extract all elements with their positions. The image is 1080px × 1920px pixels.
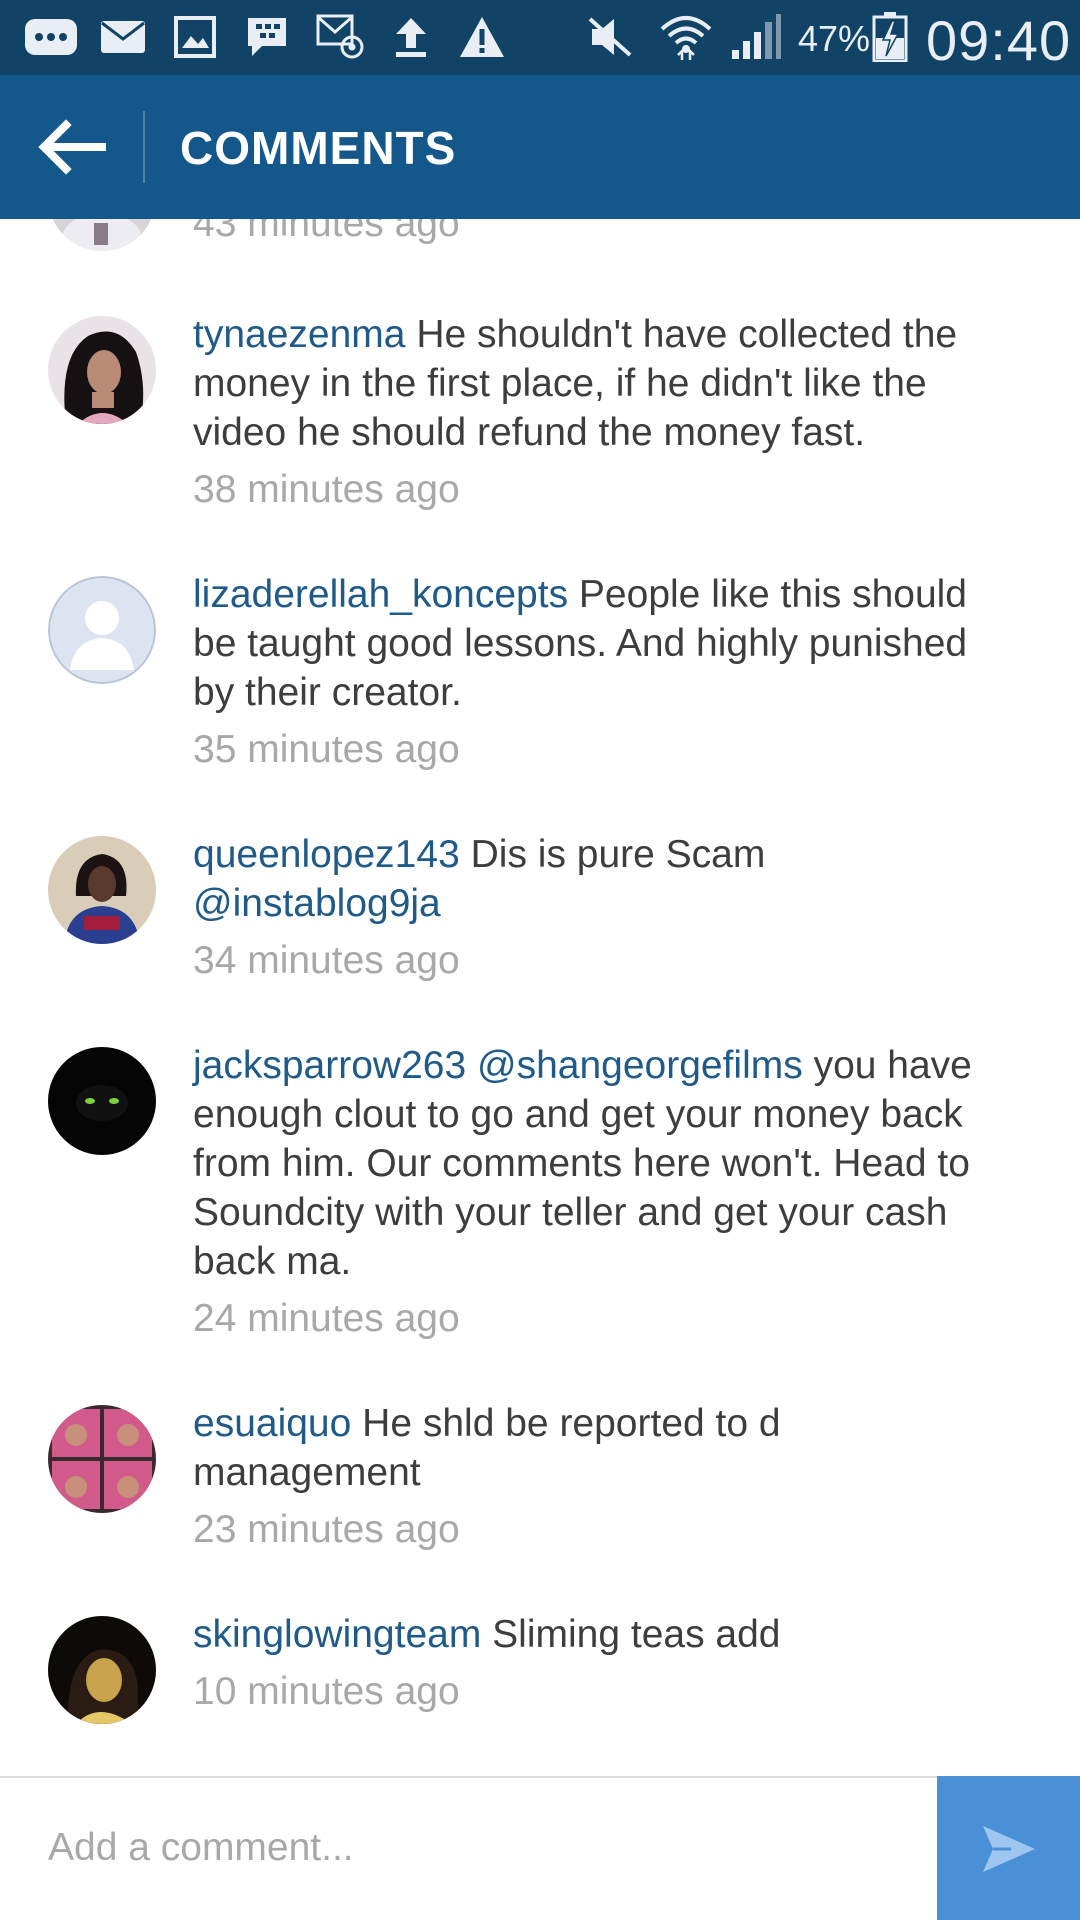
comment-username[interactable]: jacksparrow263 [193,1044,466,1087]
warning-icon [458,14,506,60]
comment-username[interactable]: skinglowingteam [193,1613,481,1656]
comment-timestamp: 43 minutes ago [193,219,460,245]
avatar[interactable] [48,1047,156,1155]
comment-username[interactable]: tynaezenma [193,313,405,356]
bbm-icon [244,14,290,60]
battery-percent: 47% [798,18,871,59]
comment-mention[interactable]: @shangeorgefilms [477,1044,803,1087]
mute-icon [586,14,634,60]
comment-composer [0,1776,1080,1920]
avatar[interactable] [48,836,156,944]
comment-username[interactable]: lizaderellah_koncepts [193,573,568,616]
upload-icon [392,14,430,60]
comments-list[interactable]: 43 minutes ago tynaezenma He shouldn't h… [0,219,1080,1777]
avatar[interactable] [48,1405,156,1513]
avatar[interactable] [48,1616,156,1724]
comment-username[interactable]: queenlopez143 [193,833,460,876]
comment-timestamp: 34 minutes ago [193,939,460,982]
signal-icon [730,14,782,60]
comment-username[interactable]: esuaiquo [193,1402,351,1445]
comment-timestamp: 10 minutes ago [193,1670,460,1713]
comment-text: Dis is pure Scam [470,833,766,876]
comment-timestamp: 24 minutes ago [193,1297,460,1340]
wifi-icon [658,14,714,60]
back-button[interactable] [24,105,120,189]
avatar[interactable] [48,219,156,251]
page-title: COMMENTS [180,122,457,174]
avatar[interactable] [48,316,156,424]
send-icon [982,1826,1035,1872]
send-button[interactable] [937,1776,1080,1920]
comment-mention[interactable]: @instablog9ja [193,882,441,925]
email-notification-icon [316,14,366,60]
comment-text: Sliming teas add [492,1613,781,1656]
comment-timestamp: 35 minutes ago [193,728,460,771]
avatar[interactable] [48,576,156,684]
action-bar: COMMENTS [0,75,1080,219]
battery-charging-icon [872,12,908,62]
comment-input[interactable] [48,1812,908,1884]
mail-icon [100,14,146,60]
comment-timestamp: 38 minutes ago [193,468,460,511]
more-icon [24,14,78,60]
comment-timestamp: 23 minutes ago [193,1508,460,1551]
image-icon [174,14,216,60]
status-bar: 47% 09:40 [0,0,1080,75]
clock: 09:40 [926,9,1072,72]
action-bar-divider [143,111,145,183]
arrow-left-icon [38,119,106,175]
